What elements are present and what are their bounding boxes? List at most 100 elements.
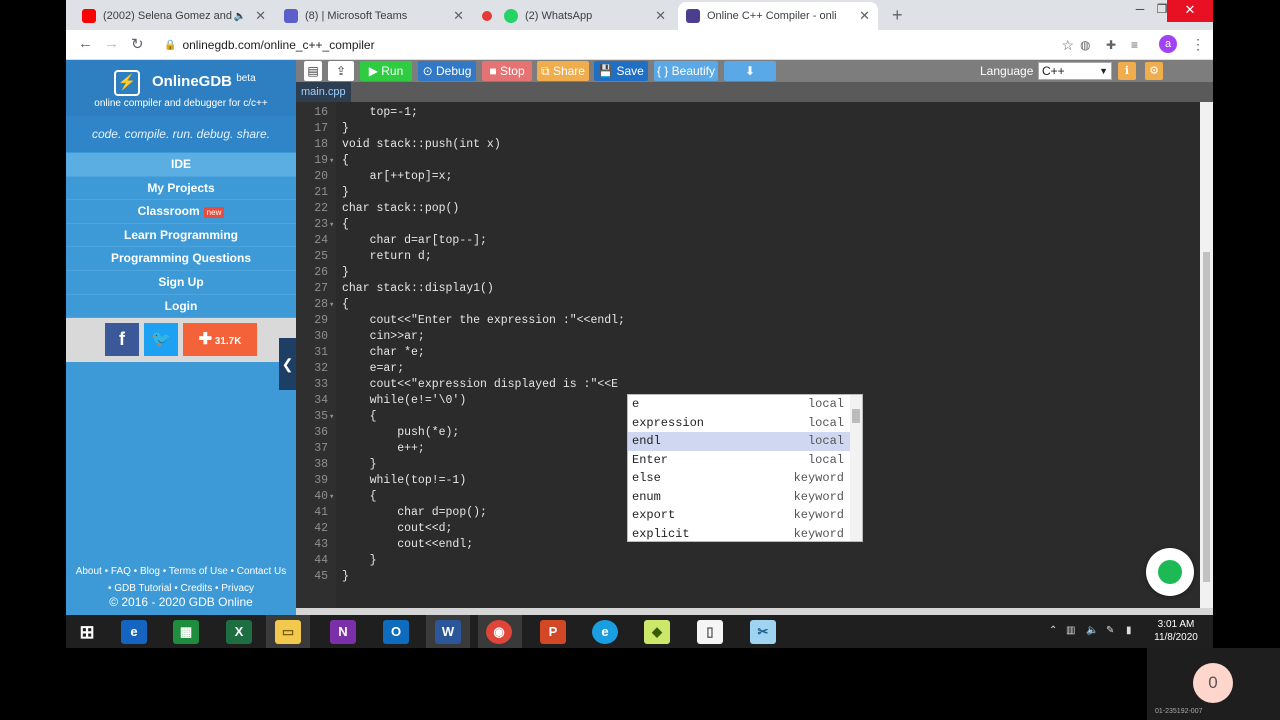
new-file-icon[interactable]: ▤: [304, 61, 322, 81]
code-line[interactable]: 28 ▾ {: [296, 297, 1200, 313]
beautify-button[interactable]: { } Beautify: [654, 61, 718, 81]
footer-links-line1[interactable]: About • FAQ • Blog • Terms of Use • Cont…: [66, 563, 296, 580]
editor-vertical-scrollbar[interactable]: [1200, 102, 1213, 608]
sidebar-item-learn-programming[interactable]: Learn Programming: [66, 224, 296, 248]
debug-button[interactable]: ⊙ Debug: [418, 61, 476, 81]
autocomplete-item[interactable]: e local: [628, 395, 862, 414]
run-button[interactable]: ▶ Run: [360, 61, 412, 81]
fold-arrow-icon[interactable]: ▾: [329, 409, 334, 425]
fold-arrow-icon[interactable]: ▾: [329, 489, 334, 505]
code-line[interactable]: 21}: [296, 185, 1200, 201]
snip-tool-icon[interactable]: ✂: [750, 620, 776, 644]
code-line[interactable]: 27 char stack::display1(): [296, 281, 1200, 297]
windows-start-icon[interactable]: ⊞: [74, 620, 100, 644]
sidebar-item-login[interactable]: Login: [66, 295, 296, 319]
back-icon[interactable]: ←: [78, 35, 93, 52]
battery-icon[interactable]: ▮: [1126, 625, 1132, 636]
sidebar-item-sign-up[interactable]: Sign Up: [66, 271, 296, 295]
tray-arrow-icon[interactable]: ⌃: [1049, 625, 1057, 636]
scrollbar-thumb[interactable]: [1203, 252, 1210, 582]
sidebar-item-my-projects[interactable]: My Projects: [66, 177, 296, 201]
code-line[interactable]: 19 ▾ {: [296, 153, 1200, 169]
address-bar[interactable]: 🔒 onlinegdb.com/online_c++_compiler ☆: [158, 33, 1078, 57]
new-tab-button[interactable]: +: [892, 5, 903, 26]
code-line[interactable]: 18 void stack::push(int x): [296, 137, 1200, 153]
autocomplete-item[interactable]: expression local: [628, 414, 862, 433]
close-icon[interactable]: ✕: [655, 8, 666, 24]
tab-teams[interactable]: (8) | Microsoft Teams ✕: [276, 2, 472, 30]
code-line[interactable]: 26}: [296, 265, 1200, 281]
onenote-icon[interactable]: N: [330, 620, 356, 644]
word-icon[interactable]: W: [435, 620, 461, 644]
code-line[interactable]: 23 ▾ {: [296, 217, 1200, 233]
code-line[interactable]: 24 char d=ar[top--];: [296, 233, 1200, 249]
info-icon[interactable]: ℹ: [1118, 62, 1136, 80]
sidebar-item-classroom[interactable]: Classroom new: [66, 200, 296, 224]
extensions-icon[interactable]: ✚: [1106, 38, 1116, 52]
upload-icon[interactable]: ⇪: [328, 61, 354, 81]
tab-onlinegdb[interactable]: Online C++ Compiler - online e ✕: [678, 2, 878, 30]
code-line[interactable]: 31 char *e;: [296, 345, 1200, 361]
chat-widget-button[interactable]: [1146, 548, 1194, 596]
chrome-icon[interactable]: ◉: [486, 620, 512, 644]
save-button[interactable]: 💾 Save: [594, 61, 648, 81]
excel-icon[interactable]: X: [226, 620, 252, 644]
site-logo[interactable]: OnlineGDB beta: [152, 73, 256, 90]
fold-arrow-icon[interactable]: ▾: [329, 297, 334, 313]
code-line[interactable]: 29 cout<<"Enter the expression :"<<endl;: [296, 313, 1200, 329]
code-line[interactable]: 33 cout<<"expression displayed is :"<<E: [296, 377, 1200, 393]
code-line[interactable]: 30 cin>>ar;: [296, 329, 1200, 345]
code-line[interactable]: 17}: [296, 121, 1200, 137]
sidebar-item-ide[interactable]: IDE: [66, 153, 296, 177]
maps-icon[interactable]: ◆: [644, 620, 670, 644]
sheets-icon[interactable]: ▦: [173, 620, 199, 644]
reading-list-icon[interactable]: ≡: [1131, 38, 1138, 52]
facebook-icon[interactable]: f: [105, 323, 139, 356]
code-line[interactable]: 25 return d;: [296, 249, 1200, 265]
profile-avatar[interactable]: a: [1159, 35, 1177, 53]
menu-icon[interactable]: ⋮: [1191, 36, 1205, 53]
taskbar-clock[interactable]: 3:01 AM 11/8/2020: [1146, 618, 1206, 644]
fold-arrow-icon[interactable]: ▾: [329, 217, 334, 233]
fold-arrow-icon[interactable]: ▾: [329, 153, 334, 169]
autocomplete-item[interactable]: explicit keyword: [628, 525, 862, 544]
autocomplete-item[interactable]: enum keyword: [628, 488, 862, 507]
edge-icon[interactable]: e: [592, 620, 618, 644]
audio-icon[interactable]: 🔈: [234, 11, 246, 22]
powerpoint-icon[interactable]: P: [540, 620, 566, 644]
settings-gear-icon[interactable]: ⚙: [1145, 62, 1163, 80]
volume-icon[interactable]: 🔈: [1086, 625, 1098, 636]
pen-icon[interactable]: ✎: [1106, 625, 1114, 636]
forward-icon[interactable]: →: [104, 35, 119, 52]
minimize-icon[interactable]: ─: [1128, 0, 1152, 22]
tab-youtube[interactable]: (2002) Selena Gomez and M 🔈 ✕: [74, 2, 274, 30]
code-line[interactable]: 44 }: [296, 553, 1200, 569]
code-line[interactable]: 20 ar[++top]=x;: [296, 169, 1200, 185]
language-select[interactable]: C++ ▼: [1038, 62, 1112, 80]
code-line[interactable]: 32 e=ar;: [296, 361, 1200, 377]
file-explorer-icon[interactable]: ▭: [275, 620, 301, 644]
twitter-icon[interactable]: 🐦: [144, 323, 178, 356]
close-icon[interactable]: ✕: [453, 8, 464, 24]
autocomplete-item[interactable]: Enter local: [628, 451, 862, 470]
share-button[interactable]: ⧉ Share: [537, 61, 589, 81]
autocomplete-item[interactable]: export keyword: [628, 506, 862, 525]
bookmark-star-icon[interactable]: ☆: [1061, 37, 1074, 54]
code-line[interactable]: 45}: [296, 569, 1200, 585]
code-line[interactable]: 16 top=-1;: [296, 105, 1200, 121]
network-icon[interactable]: ▥: [1066, 625, 1075, 636]
sidebar-item-programming-questions[interactable]: Programming Questions: [66, 247, 296, 271]
code-line[interactable]: 22 char stack::pop(): [296, 201, 1200, 217]
collapse-sidebar-button[interactable]: ❮: [279, 338, 296, 390]
internet-explorer-icon[interactable]: e: [121, 620, 147, 644]
notepad-icon[interactable]: ▯: [697, 620, 723, 644]
scrollbar-thumb[interactable]: [852, 409, 860, 423]
translate-icon[interactable]: ◍: [1080, 38, 1090, 52]
share-count-button[interactable]: ✚ 31.7K: [183, 323, 257, 356]
autocomplete-scrollbar[interactable]: [850, 395, 862, 541]
autocomplete-item[interactable]: else keyword: [628, 469, 862, 488]
reload-icon[interactable]: ↻: [131, 35, 144, 53]
window-close-button[interactable]: ✕: [1167, 0, 1213, 22]
download-icon[interactable]: ⬇: [724, 61, 776, 81]
file-tab-main-cpp[interactable]: main.cpp: [296, 82, 351, 102]
